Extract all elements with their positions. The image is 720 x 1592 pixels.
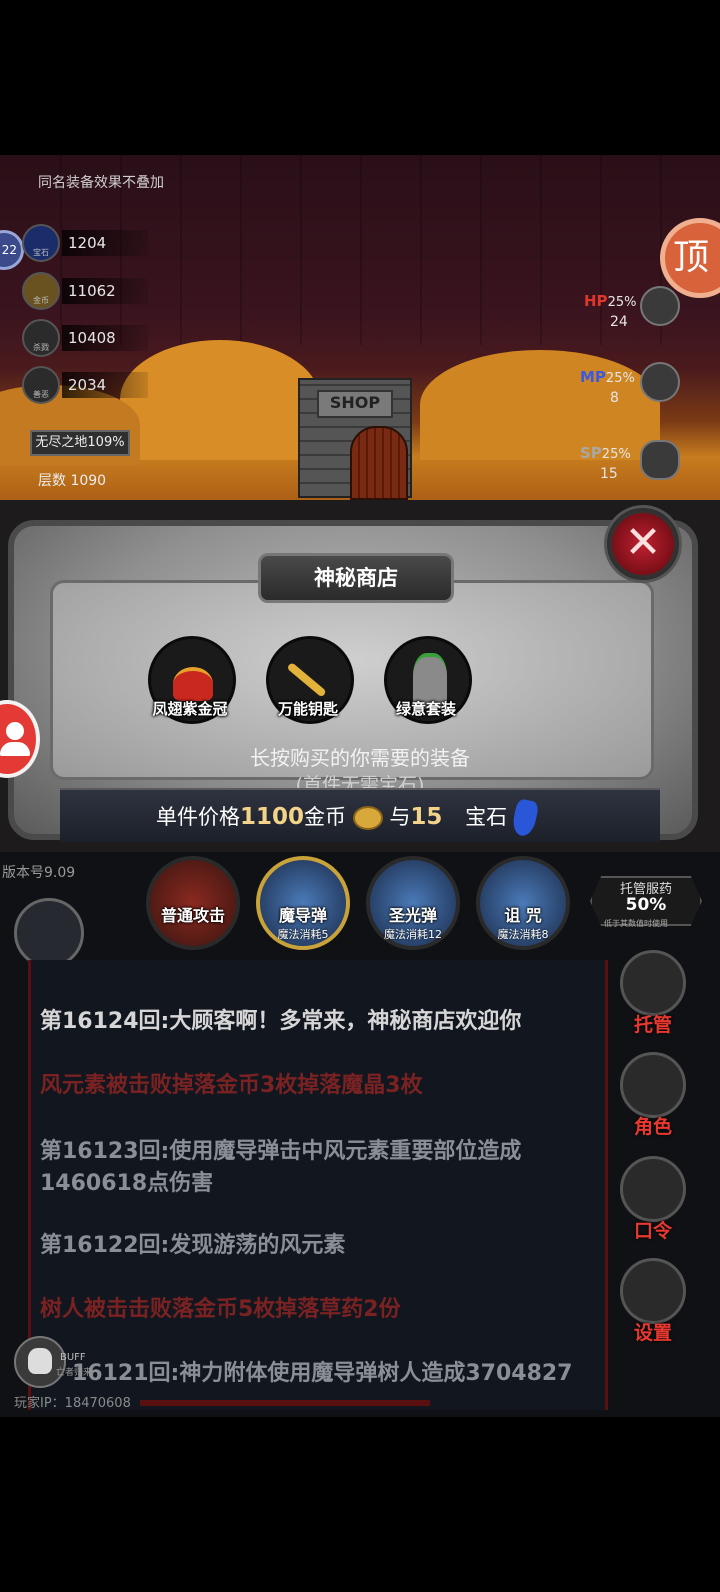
price-prefix: 单件价格: [156, 805, 240, 829]
skill-magic-missile[interactable]: 魔导弹 魔法消耗5: [256, 856, 350, 950]
phoenix-crown-icon: [173, 667, 213, 701]
shop-item-label-3: 绿意套装: [395, 700, 456, 718]
resource-gold: 金币 11062: [22, 272, 148, 310]
log-line: 16121回:神力附体使用魔导弹树人造成3704827: [72, 1361, 573, 1386]
auto-manage-button[interactable]: 托管: [618, 950, 688, 1037]
hooded-figure-icon: [620, 1052, 686, 1118]
skull-icon: 杀戮: [22, 319, 60, 357]
morality-value: 2034: [62, 372, 148, 398]
close-icon: ✕: [624, 517, 662, 568]
golden-key-icon: [286, 661, 327, 698]
shop-item-label-1: 凤翅紫金冠: [152, 700, 228, 718]
shop-instruction: 长按购买的你需要的装备: [250, 746, 470, 770]
scroll-book-icon: [620, 1156, 686, 1222]
price-and: 与: [389, 805, 411, 829]
top-glyph: 顶: [673, 237, 710, 278]
floor-counter: 层数 1090: [38, 473, 107, 489]
shop-title: 神秘商店: [258, 553, 454, 603]
shop-building[interactable]: SHOP: [298, 378, 412, 500]
log-line: 第16123回:使用魔导弹击中风元素重要部位造成1460618点伤害: [40, 1139, 522, 1196]
character-button[interactable]: 角色: [618, 1052, 688, 1139]
bottom-progress-bar: [140, 1400, 430, 1406]
log-line: 第16122回:发现游荡的风元素: [40, 1233, 346, 1258]
hp-stat: HP25% 24: [584, 292, 637, 330]
blue-gem-icon: [510, 798, 540, 838]
passcode-button[interactable]: 口令: [618, 1156, 688, 1243]
skill-holy-light[interactable]: 圣光弹 魔法消耗12: [366, 856, 460, 950]
skull-icon: [28, 1348, 52, 1374]
mask-icon: 善恶: [22, 366, 60, 404]
player-ip: 玩家IP：18470608: [14, 1396, 131, 1411]
log-line: 树人被击击败落金币5枚掉落草药2份: [40, 1297, 401, 1322]
settings-button[interactable]: 设置: [618, 1258, 688, 1345]
equipment-hint: 同名装备效果不叠加: [38, 175, 164, 191]
resource-morality: 善恶 2034: [22, 366, 148, 404]
gem-icon: 宝石: [22, 224, 60, 262]
gear-icon: [620, 1258, 686, 1324]
gems-value: 1204: [62, 230, 148, 256]
mp-stat: MP25% 8: [580, 368, 635, 406]
skill-normal-attack[interactable]: 普通攻击: [146, 856, 240, 950]
skill-curse[interactable]: 诅 咒 魔法消耗8: [476, 856, 570, 950]
gold-value: 11062: [62, 278, 148, 304]
dice-icon: [620, 950, 686, 1016]
auto-potion-pct: 50%: [625, 895, 667, 915]
level-number: 22: [1, 243, 17, 257]
resource-gems: 宝石 1204: [22, 224, 148, 262]
log-line: 风元素被击败掉落金币3枚掉落魔晶3枚: [40, 1073, 423, 1098]
sp-stat: SP25% 15: [580, 444, 631, 482]
price-gem-unit: 宝石: [465, 805, 508, 829]
resource-kills: 杀戮 10408: [22, 319, 148, 357]
price-gems: 15: [410, 804, 443, 830]
buff-label: BUFF: [60, 1352, 86, 1363]
kills-value: 10408: [62, 325, 148, 351]
shop-door: [350, 426, 408, 500]
zone-plate: 无尽之地109%: [30, 430, 130, 456]
auto-potion-sub: 低于其数值时使用: [604, 919, 668, 928]
price-line: 单件价格1100金币 与15 宝石: [156, 798, 540, 838]
gold-coin-icon: 金币: [22, 272, 60, 310]
buff-sub: 亡者归来: [56, 1368, 93, 1378]
log-line: 第16124回:大顾客啊！多常来，神秘商店欢迎你: [40, 1009, 522, 1034]
price-gold: 1100: [240, 804, 305, 830]
shop-sign: SHOP: [317, 390, 393, 418]
close-button[interactable]: ✕: [604, 505, 682, 583]
version-label: 版本号9.09: [2, 865, 76, 881]
buff-button[interactable]: [14, 1336, 66, 1388]
person-icon: [6, 722, 24, 740]
price-gold-unit: 金币: [304, 805, 347, 829]
gold-coin-icon: [352, 806, 383, 830]
shop-item-label-2: 万能钥匙: [277, 700, 338, 718]
